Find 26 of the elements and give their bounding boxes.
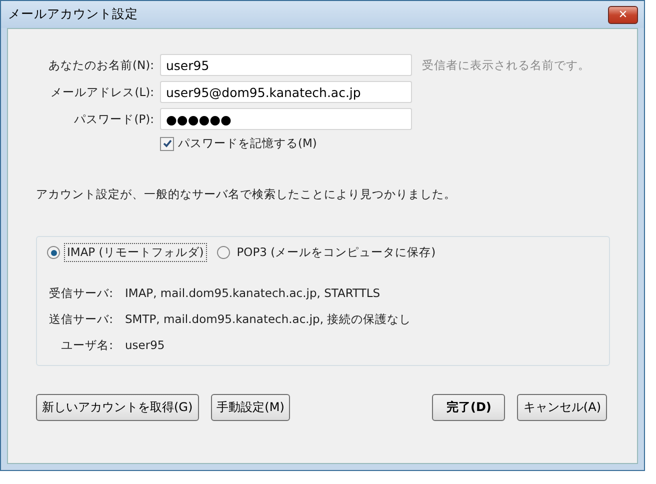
radio-button[interactable] xyxy=(47,246,60,259)
radio-button[interactable] xyxy=(216,246,230,259)
field-label: パスワード(P): xyxy=(73,112,154,126)
action-button[interactable]: キャンセル(A) xyxy=(517,394,607,421)
field-label: メールアドレス(L): xyxy=(50,84,154,100)
status-message: アカウント設定が、一般的なサーバ名で検索したことにより見つかりました。 xyxy=(36,187,457,202)
close-button[interactable]: ✕ xyxy=(608,6,638,24)
radio-label: IMAP (リモートフォルダ) xyxy=(64,243,207,262)
window-title: メールアカウント設定 xyxy=(8,6,138,23)
detail-value: user95 xyxy=(125,338,166,353)
detail-label: ユーザ名: xyxy=(60,338,113,353)
action-button[interactable]: 新しいアカウントを取得(G) xyxy=(36,394,199,421)
input-field[interactable]: user95@dom95.kanatech.ac.jp xyxy=(160,81,412,103)
detail-label: 送信サーバ: xyxy=(48,312,113,327)
detail-label: 受信サーバ: xyxy=(48,286,113,301)
field-label: あなたのお名前(N): xyxy=(48,58,154,72)
checkbox[interactable] xyxy=(160,136,174,150)
radio-label: POP3 (メールをコンピュータに保存) xyxy=(236,244,437,261)
detail-value: SMTP, mail.dom95.kanatech.ac.jp, 接続の保護なし xyxy=(125,312,412,327)
action-button[interactable]: 完了(D) xyxy=(432,394,506,421)
checkbox-label: パスワードを記憶する(M) xyxy=(178,136,317,151)
input-field[interactable]: user95 xyxy=(160,54,412,76)
action-button[interactable]: 手動設定(M) xyxy=(210,394,290,421)
input-field[interactable]: ●●●●●● xyxy=(160,108,412,130)
detail-value: IMAP, mail.dom95.kanatech.ac.jp, STARTTLS xyxy=(125,286,382,301)
field-hint: 受信者に表示される名前です。 xyxy=(421,58,591,72)
